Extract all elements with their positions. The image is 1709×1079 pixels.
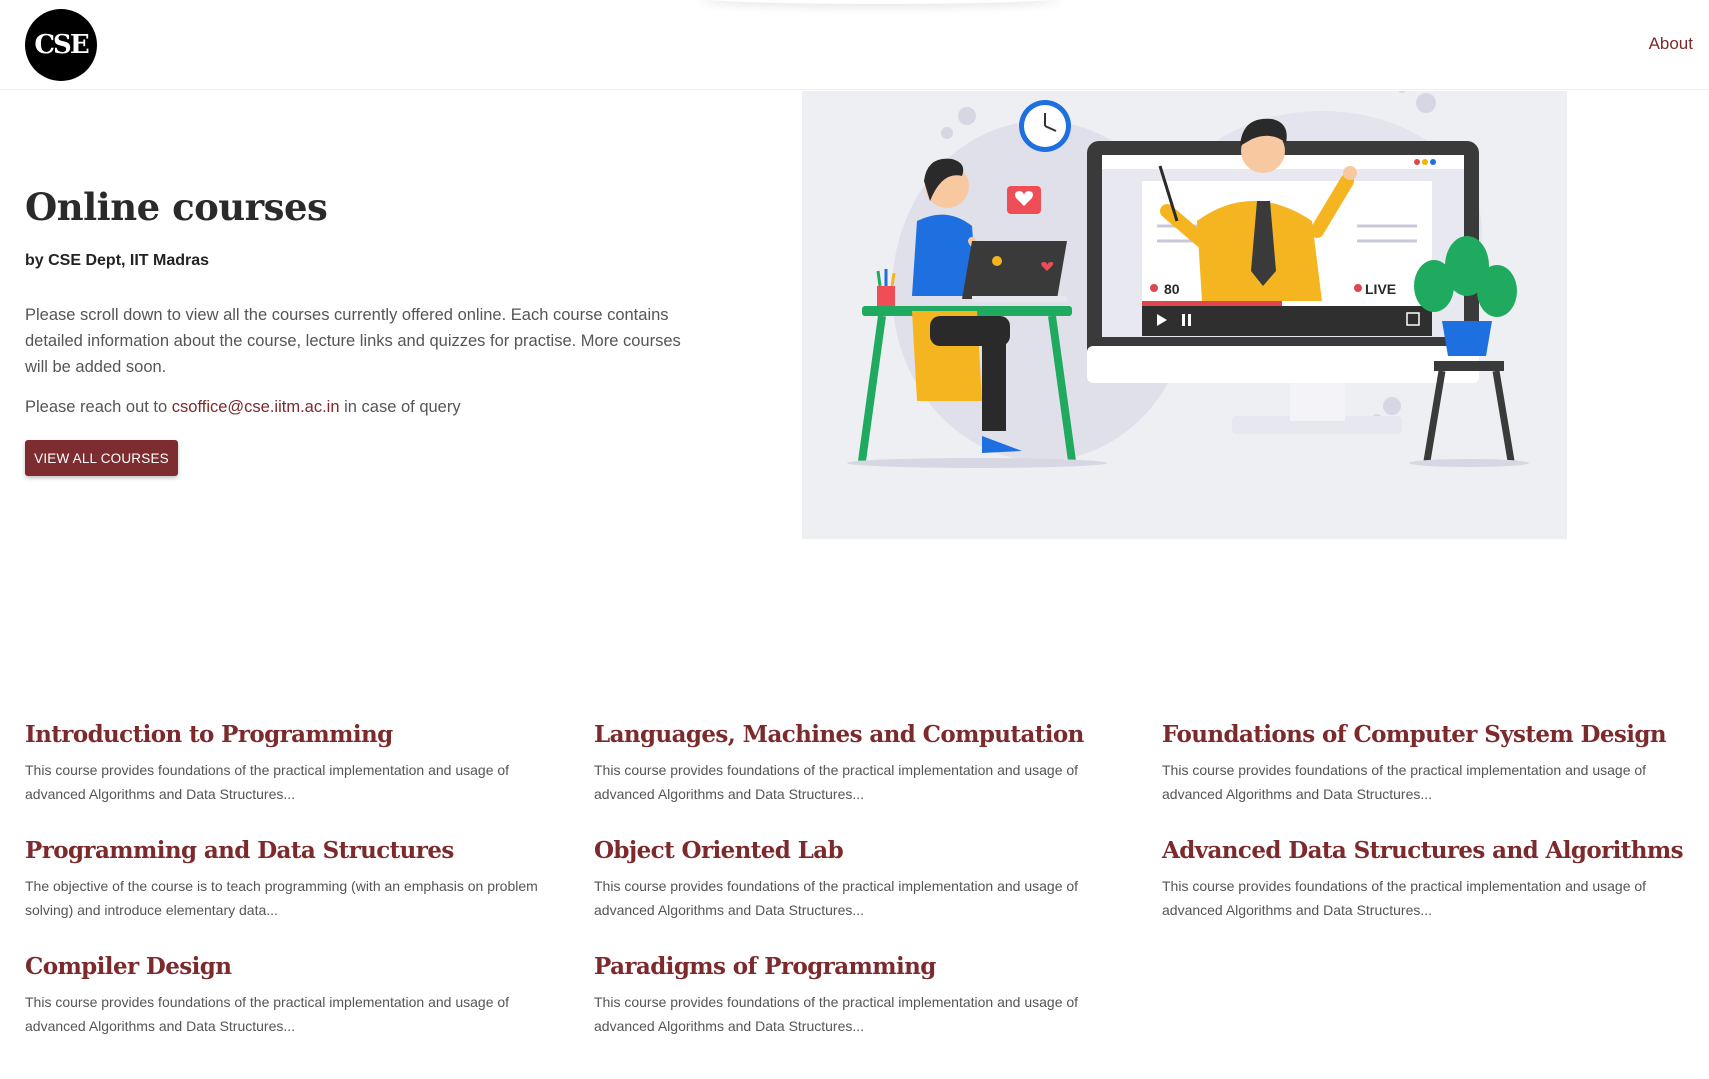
course-description: The objective of the course is to teach …: [25, 878, 538, 918]
course-card[interactable]: Paradigms of Programming This course pro…: [594, 953, 1134, 1038]
course-card[interactable]: Languages, Machines and Computation This…: [594, 721, 1134, 806]
course-title[interactable]: Languages, Machines and Computation: [594, 721, 1134, 748]
course-description: This course provides foundations of the …: [594, 878, 1079, 918]
course-description: This course provides foundations of the …: [594, 762, 1079, 802]
live-label: LIVE: [1365, 281, 1396, 297]
heart-icon: [1007, 186, 1041, 214]
course-title[interactable]: Advanced Data Structures and Algorithms: [1162, 837, 1702, 864]
view-all-courses-button[interactable]: VIEW ALL COURSES: [25, 440, 178, 476]
contact-prefix: Please reach out to: [25, 398, 168, 416]
course-description: This course provides foundations of the …: [1162, 762, 1647, 802]
course-title[interactable]: Introduction to Programming: [25, 721, 565, 748]
navbar-shadow: [700, 0, 1060, 4]
laptop-graphic: [962, 241, 1067, 302]
course-title[interactable]: Compiler Design: [25, 953, 565, 980]
nav-about-link[interactable]: About: [1649, 34, 1693, 54]
viewer-count: 80: [1164, 281, 1180, 297]
contact-suffix: in case of query: [344, 398, 461, 416]
pencil-cup-graphic: [876, 269, 896, 306]
clock-icon: [1019, 100, 1071, 152]
course-title[interactable]: Object Oriented Lab: [594, 837, 1134, 864]
course-description: This course provides foundations of the …: [25, 762, 510, 802]
contact-email-link[interactable]: csoffice@cse.iitm.ac.in: [172, 398, 340, 416]
course-description: This course provides foundations of the …: [594, 994, 1079, 1034]
course-title[interactable]: Programming and Data Structures: [25, 837, 565, 864]
course-card[interactable]: Object Oriented Lab This course provides…: [594, 837, 1134, 922]
course-title[interactable]: Foundations of Computer System Design: [1162, 721, 1702, 748]
course-card[interactable]: Advanced Data Structures and Algorithms …: [1162, 837, 1702, 922]
page-title: Online courses: [25, 185, 328, 229]
course-description: This course provides foundations of the …: [1162, 878, 1647, 918]
hero-contact: Please reach out to csoffice@cse.iitm.ac…: [25, 398, 461, 417]
cse-logo[interactable]: CSE: [25, 9, 97, 81]
course-description: This course provides foundations of the …: [25, 994, 510, 1034]
hero-description: Please scroll down to view all the cours…: [25, 306, 681, 376]
online-class-illustration: 80 LIVE: [847, 85, 1529, 468]
page-subtitle: by CSE Dept, IIT Madras: [25, 252, 210, 269]
hero-illustration: 80 LIVE: [802, 85, 1567, 539]
course-card[interactable]: Programming and Data Structures The obje…: [25, 837, 565, 922]
course-title[interactable]: Paradigms of Programming: [594, 953, 1134, 980]
course-card[interactable]: Foundations of Computer System Design Th…: [1162, 721, 1702, 806]
course-card[interactable]: Introduction to Programming This course …: [25, 721, 565, 806]
top-navbar: CSE About: [0, 0, 1709, 90]
course-card[interactable]: Compiler Design This course provides fou…: [25, 953, 565, 1038]
logo-text: CSE: [34, 30, 89, 60]
